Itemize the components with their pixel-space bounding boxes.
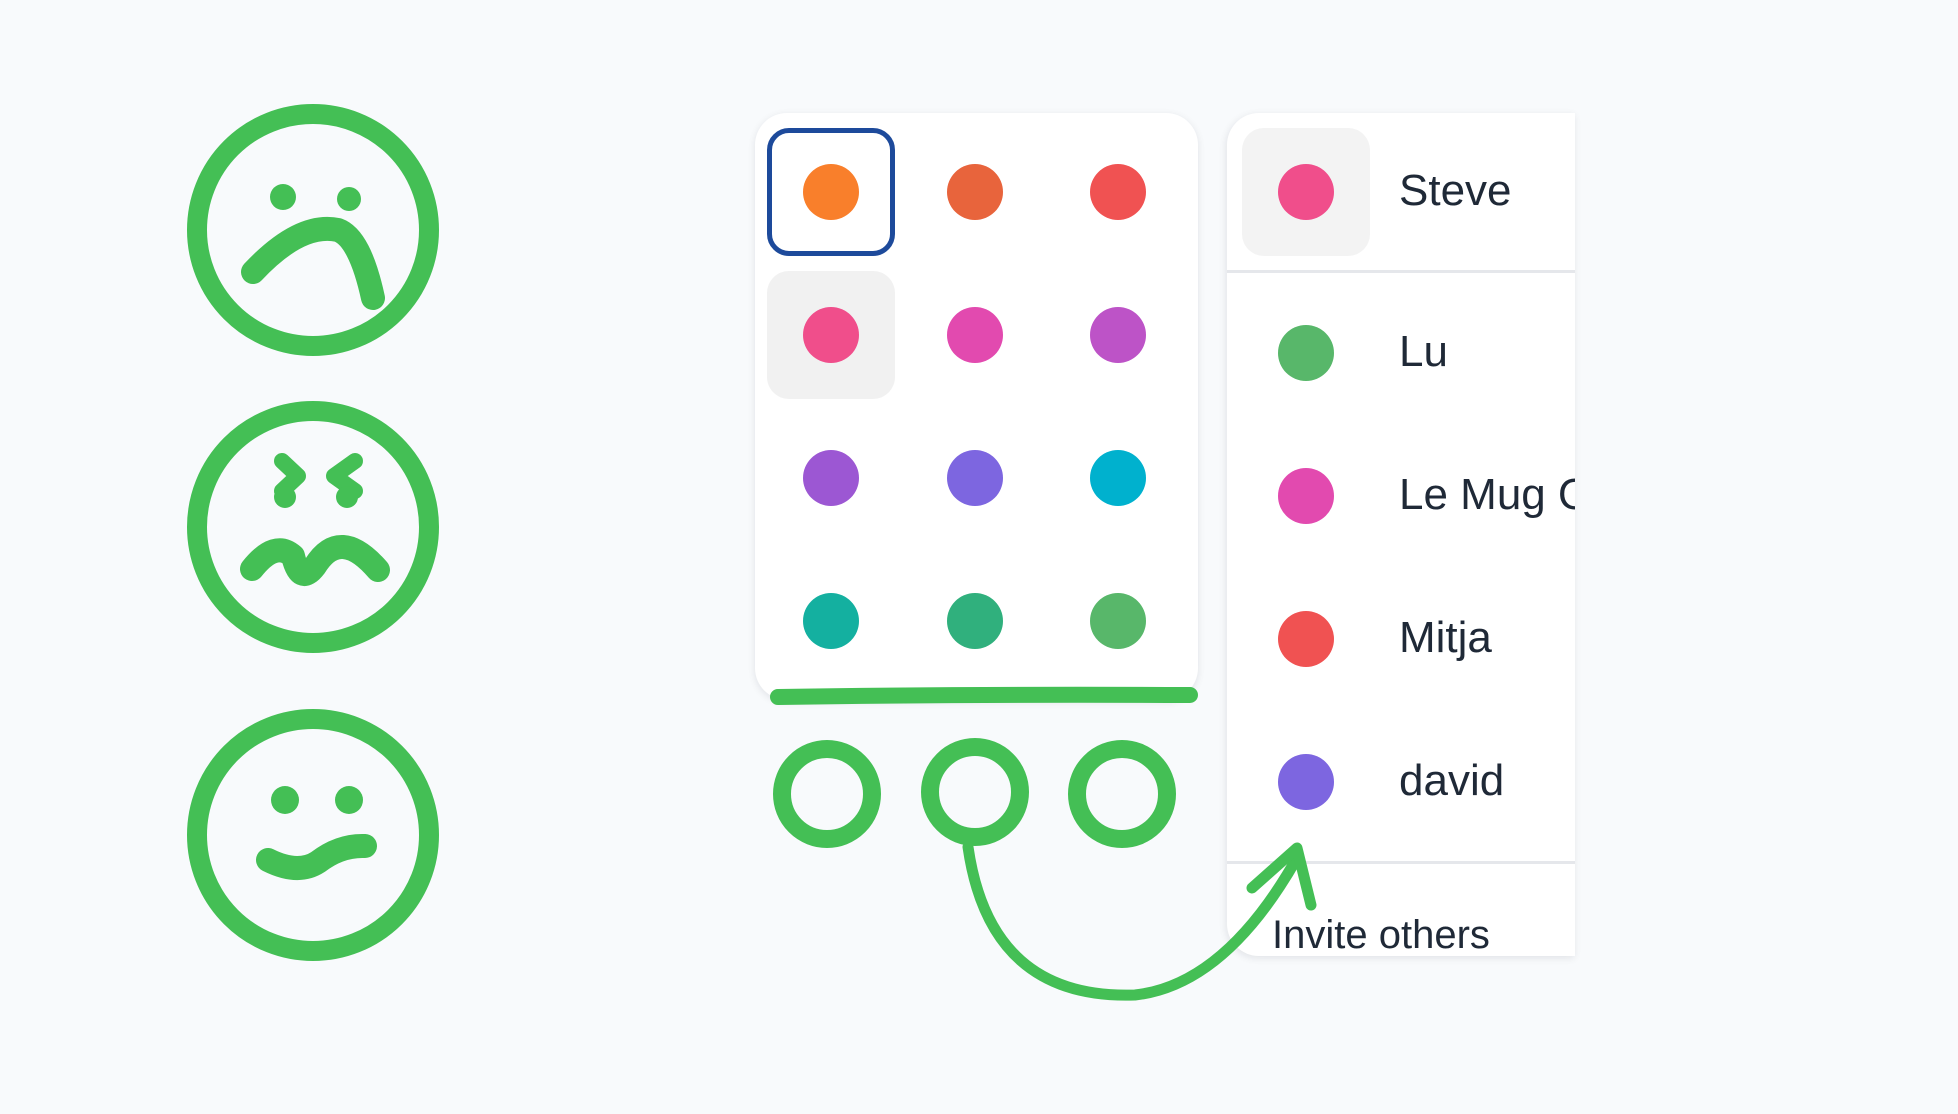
palette-underline — [770, 686, 1198, 705]
annotation-layer-front — [770, 686, 1317, 1001]
page-dot-2-icon — [921, 738, 1029, 846]
page-dot-3-icon — [1068, 740, 1176, 848]
page-dot-1-icon — [773, 740, 881, 848]
curved-arrow-icon — [962, 841, 1303, 1001]
